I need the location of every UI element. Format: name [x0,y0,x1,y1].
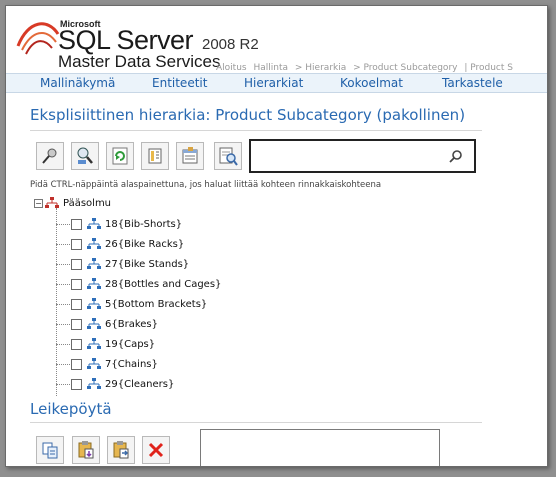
hierarchy-node-icon [87,338,101,349]
tree-node-label: 19{Caps} [105,338,156,350]
tree-node[interactable]: 27{Bike Stands} [56,256,189,272]
paste-child-button[interactable] [72,436,100,464]
clipboard-divider [30,422,482,423]
tree-root-label: Pääsolmu [63,197,112,209]
tree-node-label: 18{Bib-Shorts} [105,218,183,230]
node-checkbox[interactable] [71,318,82,330]
brand-subtitle: Master Data Services [58,52,221,71]
paste-sibling-button[interactable] [107,436,135,464]
breadcrumb-hierarchy[interactable]: > Hierarkia [295,63,346,73]
tree-node[interactable]: 28{Bottles and Cages} [56,276,221,292]
sql-server-logo-icon [16,22,60,55]
menu-collections[interactable]: Kokoelmat [340,76,403,90]
tree-connector [56,283,70,285]
node-checkbox[interactable] [71,378,82,390]
brand-version: 2008 R2 [202,36,259,53]
tree-node[interactable]: 7{Chains} [56,356,158,372]
copy-button[interactable] [36,436,64,464]
refresh-button[interactable] [106,142,134,170]
tree-root[interactable]: − Pääsolmu [34,196,111,210]
tree-node-label: 6{Brakes} [105,318,158,330]
search-input[interactable] [255,147,443,165]
tree-connector [56,343,70,345]
view-button[interactable] [141,142,169,170]
hierarchy-tree: − Pääsolmu 18{Bib-Shorts} 26{Bike Racks} 2… [30,194,490,396]
hierarchy-node-icon [87,218,101,229]
main-menu: Mallinäkymä Entiteetit Hierarkiat Kokoel… [6,73,547,93]
tree-node-label: 29{Cleaners} [105,378,175,390]
tree-node[interactable]: 29{Cleaners} [56,376,174,392]
app-window: Microsoft SQL Server 2008 R2 Master Data… [5,5,548,467]
search-icon[interactable] [449,149,463,163]
tree-node[interactable]: 26{Bike Racks} [56,236,184,252]
search-box [249,139,476,173]
copy-icon [42,442,58,459]
tree-node[interactable]: 6{Brakes} [56,316,158,332]
breadcrumb-overflow: | Product S [464,63,513,73]
hierarchy-node-icon [87,238,101,249]
delete-button[interactable] [142,436,170,464]
clipboard-area[interactable] [200,429,440,466]
collapse-toggle[interactable]: − [34,198,43,208]
tree-connector [56,303,70,305]
hierarchy-node-icon [87,378,101,389]
node-checkbox[interactable] [71,278,82,290]
pin-icon [42,148,57,164]
node-checkbox[interactable] [71,338,82,350]
tree-node-label: 7{Chains} [105,358,158,370]
node-checkbox[interactable] [71,238,82,250]
tree-connector [56,223,70,225]
tree-node[interactable]: 18{Bib-Shorts} [56,216,182,232]
breadcrumb: Aloitus Hallinta > Hierarkia > Product S… [216,63,517,73]
refresh-icon [112,147,128,165]
hierarchy-node-icon [87,358,101,369]
tree-connector [56,383,70,385]
breadcrumb-home[interactable]: Aloitus [216,63,247,73]
tree-connector [56,263,70,265]
tree-connector [56,363,70,365]
tree-node-label: 26{Bike Racks} [105,238,185,250]
breadcrumb-admin[interactable]: Hallinta [253,63,288,73]
menu-review[interactable]: Tarkastele [442,76,503,90]
tree-node[interactable]: 5{Bottom Brackets} [56,296,207,312]
search-preview-button[interactable] [214,142,242,170]
pin-button[interactable] [36,142,64,170]
hierarchy-node-icon [87,278,101,289]
menu-entities[interactable]: Entiteetit [152,76,207,90]
clipboard-title: Leikepöytä [30,400,112,418]
search-preview-icon [219,147,238,166]
header: Microsoft SQL Server 2008 R2 Master Data… [6,6,547,73]
menu-model-view[interactable]: Mallinäkymä [40,76,115,90]
ctrl-hint: Pidä CTRL-näppäintä alaspainettuna, jos … [30,180,382,190]
hierarchy-node-icon [87,298,101,309]
hierarchy-node-icon [87,318,101,329]
page-title: Eksplisiittinen hierarkia: Product Subca… [30,106,466,124]
tree-node-label: 27{Bike Stands} [105,258,190,270]
find-member-button[interactable] [71,142,99,170]
delete-icon [148,442,164,458]
tree-node-label: 28{Bottles and Cages} [105,278,222,290]
breadcrumb-subcategory: > Product Subcategory [353,63,458,73]
find-member-icon [77,147,93,164]
tree-node-label: 5{Bottom Brackets} [105,298,208,310]
node-checkbox[interactable] [71,258,82,270]
paste-sibling-icon [113,441,129,459]
tree-connector [56,243,70,245]
tree-connector [56,323,70,325]
node-checkbox[interactable] [71,298,82,310]
title-divider [30,130,482,131]
paste-child-icon [78,441,94,459]
view-icon [148,148,162,164]
node-checkbox[interactable] [71,358,82,370]
menu-hierarchies[interactable]: Hierarkiat [244,76,303,90]
properties-icon [182,147,198,164]
node-checkbox[interactable] [71,218,82,230]
properties-button[interactable] [176,142,204,170]
tree-node[interactable]: 19{Caps} [56,336,155,352]
hierarchy-node-icon [87,258,101,269]
